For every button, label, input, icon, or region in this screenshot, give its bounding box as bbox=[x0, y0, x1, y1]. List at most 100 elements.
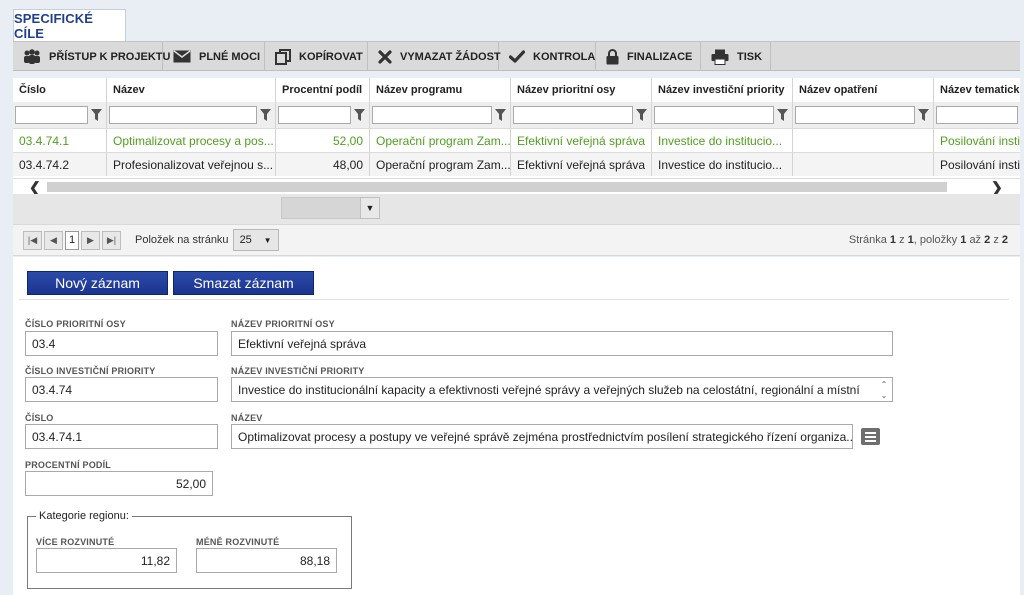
power-of-attorney-button[interactable]: PLNÉ MOCI bbox=[163, 42, 265, 71]
less-developed-label: MÉNĚ ROZVINUTÉ bbox=[196, 537, 280, 547]
filter-icon[interactable] bbox=[257, 109, 273, 121]
check-icon bbox=[509, 50, 525, 63]
finalize-button[interactable]: FINALIZACE bbox=[596, 42, 701, 71]
number-field[interactable]: 03.4.74.1 bbox=[25, 424, 218, 449]
list-icon[interactable] bbox=[861, 428, 880, 445]
next-page-button[interactable]: ▶ bbox=[81, 230, 100, 250]
pager: |◀ ◀ 1 ▶ ▶| Položek na stránku 25 ▼ Strá… bbox=[13, 224, 1020, 256]
priority-axis-number-field[interactable]: 03.4 bbox=[25, 331, 218, 356]
print-button[interactable]: TISK bbox=[701, 42, 771, 71]
pager-info-to-word: až bbox=[969, 234, 982, 246]
investment-priority-name-field[interactable]: Investice do institucionální kapacity a … bbox=[231, 377, 893, 402]
access-project-button[interactable]: PŘÍSTUP K PROJEKTU bbox=[13, 42, 170, 71]
percent-field[interactable]: 52,00 bbox=[25, 471, 213, 496]
chevron-down-icon[interactable]: ▼ bbox=[360, 197, 380, 219]
per-page-select[interactable]: 25 ▼ bbox=[232, 229, 279, 251]
filter-icon[interactable] bbox=[633, 109, 649, 121]
column-header[interactable]: Název opatření bbox=[793, 78, 934, 102]
scroll-left-icon[interactable]: ❮ bbox=[29, 179, 41, 195]
table-cell bbox=[793, 153, 934, 176]
table-cell: 03.4.74.2 bbox=[13, 153, 107, 176]
summary-row: ▼ bbox=[13, 194, 1020, 224]
percent-label: PROCENTNÍ PODÍL bbox=[25, 460, 112, 470]
horizontal-scrollbar[interactable]: ❮ ❯ bbox=[13, 178, 1020, 195]
chevron-down-icon: ▼ bbox=[263, 235, 272, 245]
copy-label: KOPÍROVAT bbox=[299, 50, 363, 63]
scroll-right-icon[interactable]: ❯ bbox=[991, 179, 1003, 195]
copy-button[interactable]: KOPÍROVAT bbox=[265, 42, 368, 71]
table-cell: 52,00 bbox=[276, 129, 370, 152]
power-of-attorney-label: PLNÉ MOCI bbox=[199, 50, 261, 63]
printer-icon bbox=[711, 49, 729, 65]
filter-input[interactable] bbox=[513, 106, 633, 124]
column-header[interactable]: Název investiční priority bbox=[652, 78, 793, 102]
envelope-icon bbox=[173, 50, 191, 63]
detail-form: Nový záznam Smazat záznam ČÍSLO PRIORITN… bbox=[13, 257, 1020, 595]
pager-info-items: , položky bbox=[913, 234, 958, 246]
filter-input[interactable] bbox=[15, 106, 88, 124]
name-label: NÁZEV bbox=[231, 413, 263, 423]
filter-icon[interactable] bbox=[88, 109, 104, 121]
column-header[interactable]: Název bbox=[107, 78, 276, 102]
filter-input[interactable] bbox=[654, 106, 774, 124]
current-page[interactable]: 1 bbox=[65, 230, 79, 250]
column-header[interactable]: Název programu bbox=[370, 78, 511, 102]
priority-axis-name-label: NÁZEV PRIORITNÍ OSY bbox=[231, 319, 335, 329]
filter-icon[interactable] bbox=[351, 109, 367, 121]
column-header[interactable]: Číslo bbox=[13, 78, 107, 102]
filter-input[interactable] bbox=[278, 106, 351, 124]
column-header[interactable]: Název prioritní osy bbox=[511, 78, 652, 102]
column-header[interactable]: Název tematickéh bbox=[934, 78, 1020, 102]
filter-icon[interactable] bbox=[774, 109, 790, 121]
investment-priority-name-label: NÁZEV INVESTIČNÍ PRIORITY bbox=[231, 366, 365, 376]
investment-priority-number-label: ČÍSLO INVESTIČNÍ PRIORITY bbox=[25, 366, 156, 376]
grid-header: Číslo Název Procentní podíl Název progra… bbox=[13, 78, 1020, 102]
investment-priority-name-text: Investice do institucionální kapacity a … bbox=[238, 382, 860, 397]
x-icon bbox=[378, 49, 392, 64]
filter-input[interactable] bbox=[936, 106, 1018, 124]
table-cell: Efektivní veřejná správa bbox=[511, 153, 652, 176]
people-icon bbox=[24, 48, 40, 64]
table-cell: Posilování insti bbox=[940, 157, 1020, 172]
check-button[interactable]: KONTROLA bbox=[499, 42, 596, 71]
filter-input[interactable] bbox=[795, 106, 915, 124]
access-project-label: PŘÍSTUP K PROJEKTU bbox=[49, 50, 171, 63]
name-field[interactable]: Optimalizovat procesy a postupy ve veřej… bbox=[231, 424, 853, 449]
filter-icon[interactable] bbox=[915, 109, 931, 121]
delete-record-button[interactable]: Smazat záznam bbox=[173, 271, 314, 295]
pager-info-page: 1 bbox=[889, 234, 897, 246]
table-cell: Operační program Zam... bbox=[370, 153, 511, 176]
filter-input[interactable] bbox=[372, 106, 492, 124]
priority-axis-name-field[interactable]: Efektivní veřejná správa bbox=[231, 331, 893, 356]
prev-page-button[interactable]: ◀ bbox=[44, 230, 63, 250]
first-page-button[interactable]: |◀ bbox=[23, 230, 42, 250]
more-developed-label: VÍCE ROZVINUTÉ bbox=[36, 537, 115, 547]
filter-input[interactable] bbox=[109, 106, 257, 124]
less-developed-field[interactable]: 88,18 bbox=[196, 548, 337, 573]
table-row[interactable]: 03.4.74.2 Profesionalizovat veřejnou s..… bbox=[13, 152, 1020, 176]
summary-box bbox=[281, 197, 366, 219]
pager-info-of: z bbox=[899, 234, 905, 246]
filter-icon[interactable] bbox=[492, 109, 508, 121]
per-page-value: 25 bbox=[239, 234, 252, 246]
pager-info-from: 1 bbox=[960, 234, 967, 246]
region-category-legend: Kategorie regionu: bbox=[36, 510, 132, 522]
pager-info-to: 2 bbox=[984, 234, 991, 246]
table-row[interactable]: 03.4.74.1 Optimalizovat procesy a pos...… bbox=[13, 128, 1020, 152]
scrollbar-thumb[interactable] bbox=[47, 182, 947, 192]
spinner-icon[interactable]: ⌃ ⌄ bbox=[878, 380, 890, 400]
page: SPECIFICKÉ CÍLE PŘÍSTUP K PROJEKTU PLNÉ … bbox=[0, 0, 1024, 595]
column-header[interactable]: Procentní podíl bbox=[276, 78, 370, 102]
pager-info-prefix: Stránka bbox=[848, 234, 887, 246]
table-cell: Posilování insti bbox=[940, 133, 1020, 148]
last-page-button[interactable]: ▶| bbox=[102, 230, 121, 250]
tab-specificke-cile[interactable]: SPECIFICKÉ CÍLE bbox=[13, 9, 126, 41]
table-cell: Optimalizovat procesy a pos... bbox=[107, 129, 276, 152]
delete-application-button[interactable]: VYMAZAT ŽÁDOST bbox=[368, 42, 501, 71]
finalize-label: FINALIZACE bbox=[627, 50, 693, 63]
new-record-button[interactable]: Nový záznam bbox=[27, 271, 168, 295]
more-developed-field[interactable]: 11,82 bbox=[36, 548, 177, 573]
pager-info-total-word: z bbox=[993, 234, 999, 246]
lock-icon bbox=[606, 48, 619, 64]
investment-priority-number-field[interactable]: 03.4.74 bbox=[25, 377, 218, 402]
